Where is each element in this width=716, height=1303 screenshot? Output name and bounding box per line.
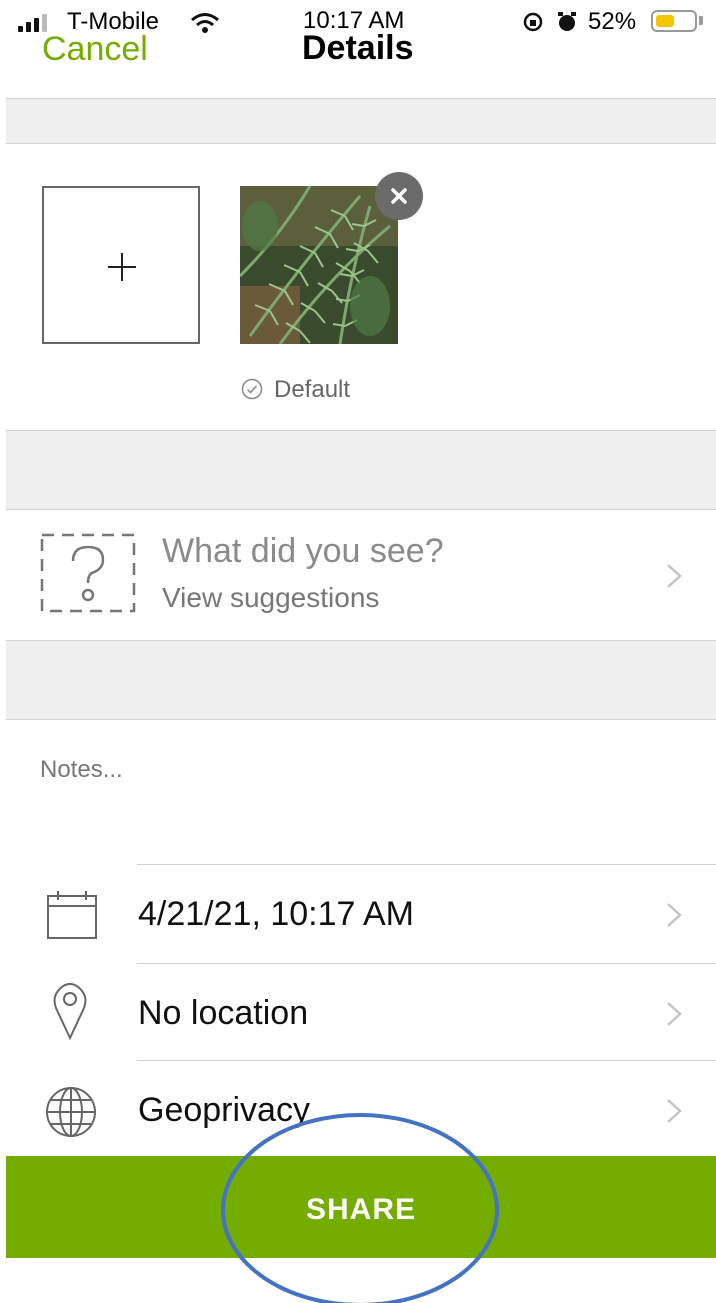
chevron-right-icon xyxy=(667,1099,682,1123)
date-value: 4/21/21, 10:17 AM xyxy=(138,895,414,933)
calendar-icon xyxy=(47,891,97,939)
divider xyxy=(6,143,716,144)
chevron-right-icon xyxy=(667,903,682,927)
alarm-icon xyxy=(558,12,576,31)
battery-percent: 52% xyxy=(588,8,637,35)
chevron-right-icon xyxy=(667,1002,682,1026)
notes-input[interactable]: Notes... xyxy=(40,756,123,784)
divider xyxy=(6,719,716,720)
location-row[interactable]: No location xyxy=(6,964,716,1060)
chevron-right-icon xyxy=(667,564,682,588)
location-pin-icon xyxy=(53,982,87,1041)
section-spacer xyxy=(6,641,716,719)
section-spacer xyxy=(6,99,716,143)
default-photo-label[interactable]: Default xyxy=(274,376,350,404)
remove-photo-button[interactable] xyxy=(375,172,423,220)
close-icon xyxy=(391,188,407,204)
view-suggestions-link[interactable]: View suggestions xyxy=(162,582,379,614)
date-row[interactable]: 4/21/21, 10:17 AM xyxy=(6,865,716,963)
globe-icon xyxy=(46,1087,96,1137)
identification-prompt: What did you see? xyxy=(162,532,444,570)
location-value: No location xyxy=(138,994,309,1032)
battery-icon xyxy=(651,10,697,32)
unknown-species-icon xyxy=(40,533,136,613)
identify-row[interactable]: What did you see? View suggestions xyxy=(6,510,716,640)
add-photo-button[interactable] xyxy=(42,186,200,344)
orientation-lock-icon xyxy=(523,12,543,32)
wifi-icon xyxy=(191,13,219,33)
highlight-ellipse-annotation xyxy=(221,1113,499,1303)
section-spacer xyxy=(6,431,716,509)
cancel-button[interactable]: Cancel xyxy=(42,30,148,69)
page-title: Details xyxy=(302,29,414,67)
check-circle-icon xyxy=(241,378,263,400)
battery-tip xyxy=(699,16,703,25)
